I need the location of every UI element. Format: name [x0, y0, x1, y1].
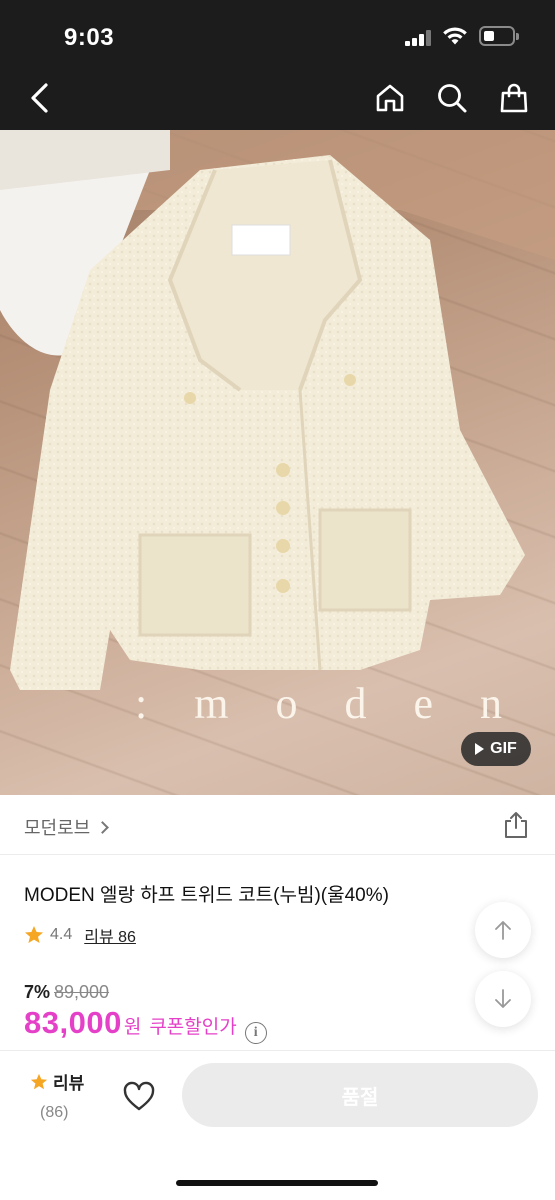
- cellular-signal-icon: [405, 30, 433, 46]
- brand-link[interactable]: 모던로브: [24, 814, 110, 840]
- scroll-bottom-button[interactable]: [475, 971, 531, 1027]
- brand-watermark: : m o d e n: [135, 679, 520, 728]
- battery-icon: [479, 26, 519, 46]
- home-button[interactable]: [372, 80, 408, 116]
- price-row: 83,000 원 쿠폰할인가 i: [24, 1005, 267, 1044]
- chevron-right-icon: [96, 821, 110, 834]
- bottom-action-bar: 리뷰 (86) 품절: [0, 1050, 555, 1200]
- scroll-top-button[interactable]: [475, 902, 531, 958]
- wifi-icon: [443, 27, 467, 45]
- brand-name: 모던로브: [24, 818, 91, 838]
- discount-rate: 7%: [24, 982, 51, 1002]
- bottom-review-label: 리뷰: [53, 1074, 85, 1093]
- coupon-price-label: 쿠폰할인가: [149, 1017, 237, 1038]
- product-image[interactable]: : m o d e n GIF: [0, 130, 555, 795]
- rating-row: 4.4 리뷰 86: [24, 923, 136, 947]
- cart-button[interactable]: [496, 80, 532, 116]
- back-button[interactable]: [22, 80, 58, 116]
- play-icon: [475, 743, 485, 755]
- bottom-review-count: (86): [40, 1104, 69, 1121]
- shopping-bag-icon: [500, 83, 528, 113]
- soldout-button[interactable]: 품절: [182, 1063, 538, 1127]
- gif-label: GIF: [490, 740, 517, 757]
- discount-row: 7% 89,000: [24, 982, 109, 1003]
- info-icon[interactable]: i: [244, 1022, 267, 1044]
- brand-row: 모던로브: [0, 795, 555, 855]
- arrow-down-icon: [495, 989, 511, 1008]
- rating-score: 4.4: [50, 926, 73, 943]
- arrow-up-icon: [495, 921, 511, 940]
- gif-button[interactable]: GIF: [461, 732, 531, 766]
- review-link[interactable]: 리뷰 86: [84, 923, 136, 947]
- share-icon[interactable]: [503, 811, 529, 839]
- app-header: 9:03: [0, 0, 555, 130]
- product-name: MODEN 엘랑 하프 트위드 코트(누빔)(울40%): [24, 885, 389, 906]
- home-icon: [376, 84, 404, 112]
- currency-label: 원: [123, 1017, 142, 1038]
- search-button[interactable]: [434, 80, 470, 116]
- search-icon: [438, 84, 467, 113]
- bottom-review-button[interactable]: 리뷰 (86): [24, 1069, 94, 1122]
- sale-price: 83,000: [24, 1005, 122, 1040]
- chevron-left-icon: [31, 83, 48, 113]
- original-price: 89,000: [54, 982, 110, 1002]
- heart-icon[interactable]: [122, 1081, 156, 1113]
- home-indicator: [176, 1180, 378, 1186]
- star-icon: [30, 1073, 48, 1089]
- status-time: 9:03: [64, 24, 115, 51]
- star-icon: [25, 926, 43, 943]
